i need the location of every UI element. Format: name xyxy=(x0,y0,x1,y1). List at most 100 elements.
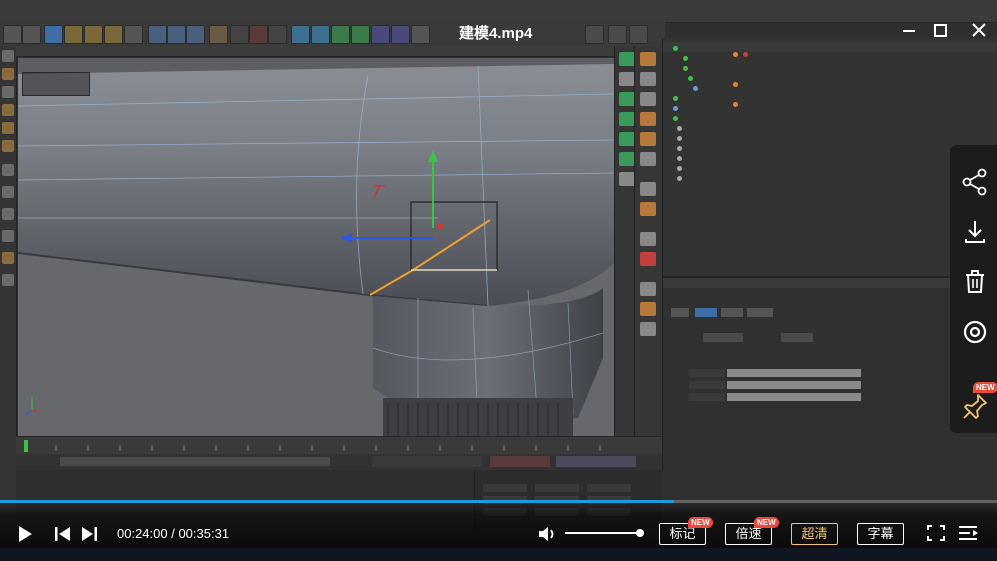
mode-icon-8 xyxy=(2,274,14,286)
mode-icon-7 xyxy=(2,230,14,242)
viewport-render xyxy=(18,58,614,436)
attr-slider xyxy=(727,369,861,377)
tool-icon-l xyxy=(640,132,656,146)
volume-icon xyxy=(539,527,554,541)
edge-mode-icon xyxy=(2,122,14,134)
close-icon xyxy=(972,23,986,37)
om-object-icon xyxy=(673,106,678,111)
minimize-button[interactable] xyxy=(896,19,922,43)
om-object-icon xyxy=(677,156,682,161)
pin-new-badge: NEW xyxy=(973,382,997,393)
om-object-icon xyxy=(673,96,678,101)
attr-slider xyxy=(727,381,861,389)
total-time: 00:35:31 xyxy=(178,526,230,541)
download-button[interactable] xyxy=(950,207,997,255)
tool-icon-k xyxy=(640,112,656,126)
tool-icon-p xyxy=(640,232,656,246)
windows-taskbar xyxy=(0,548,997,561)
skip-previous-icon xyxy=(55,527,70,541)
om-tag-icon xyxy=(743,52,748,57)
tool-icon-n xyxy=(640,182,656,196)
playlist-icon xyxy=(959,526,978,540)
coord-field xyxy=(535,484,579,492)
share-icon xyxy=(962,168,987,196)
attr-value-field xyxy=(689,393,725,401)
subtitle-button[interactable]: 字幕 xyxy=(857,523,904,545)
skip-next-icon xyxy=(82,527,97,541)
om-object-icon xyxy=(677,166,682,171)
om-tag-icon xyxy=(733,52,738,57)
tool-icon-h xyxy=(640,52,656,66)
attr-value-field xyxy=(689,381,725,389)
om-object-icon xyxy=(673,46,678,51)
om-object-icon xyxy=(677,176,682,181)
frame-range-slider xyxy=(60,457,330,466)
playback-buttons xyxy=(372,456,482,467)
viewport-hud xyxy=(22,72,90,96)
next-button[interactable] xyxy=(78,523,102,545)
timeline-ruler xyxy=(24,440,601,452)
tool-icon-e xyxy=(619,132,635,146)
view-button[interactable] xyxy=(950,307,997,355)
attr-dropdown xyxy=(781,333,813,342)
mode-icon-5 xyxy=(2,186,14,198)
tool-icon-b xyxy=(619,72,635,86)
attr-tab xyxy=(747,308,773,317)
tool-icon-m xyxy=(640,152,656,166)
delete-button[interactable] xyxy=(950,257,997,305)
maximize-icon xyxy=(934,24,947,37)
mode-icon xyxy=(2,50,14,62)
mode-icon-2 xyxy=(2,68,14,80)
tool-icon-j xyxy=(640,92,656,106)
tool-icon-s xyxy=(640,302,656,316)
transport-controls xyxy=(16,454,662,470)
quality-button[interactable]: 超清 xyxy=(791,523,838,545)
tool-icon-f xyxy=(619,152,635,166)
volume-slider[interactable] xyxy=(565,532,640,534)
point-mode-icon xyxy=(2,104,14,116)
time-separator: / xyxy=(167,526,179,541)
speed-new-badge: NEW xyxy=(754,517,779,528)
mode-icon-4 xyxy=(2,164,14,176)
fullscreen-button[interactable] xyxy=(924,522,948,544)
current-time: 00:24:00 xyxy=(117,526,168,541)
play-button[interactable] xyxy=(13,523,37,545)
viewport-menu xyxy=(16,46,614,57)
fullscreen-icon xyxy=(927,525,945,541)
tool-icon-g xyxy=(619,172,635,186)
play-icon xyxy=(19,526,32,542)
download-icon xyxy=(965,221,985,243)
mode-icon-6 xyxy=(2,208,14,220)
om-object-icon xyxy=(677,146,682,151)
om-object-icon xyxy=(677,136,682,141)
volume-button[interactable] xyxy=(536,523,560,545)
om-object-icon xyxy=(677,126,682,131)
c4d-left-toolbar xyxy=(0,46,17,516)
volume-knob[interactable] xyxy=(636,529,644,537)
attr-tab xyxy=(721,308,743,317)
progress-fill xyxy=(0,500,674,503)
coord-field xyxy=(483,484,527,492)
maximize-button[interactable] xyxy=(927,19,953,43)
attr-tab-active xyxy=(695,308,717,317)
tool-icon-q xyxy=(640,252,656,266)
polygon-mode-icon xyxy=(2,140,14,152)
close-button[interactable] xyxy=(966,19,992,43)
coord-field xyxy=(587,484,631,492)
delete-icon xyxy=(966,270,984,293)
om-object-icon xyxy=(683,66,688,71)
keyframe-buttons xyxy=(556,456,636,467)
share-button[interactable] xyxy=(950,157,997,205)
om-object-icon xyxy=(693,86,698,91)
om-object-icon xyxy=(683,56,688,61)
tool-icon-a xyxy=(619,52,635,66)
time-display: 00:24:00 / 00:35:31 xyxy=(117,526,229,541)
om-tag-icon xyxy=(733,82,738,87)
animation-timeline xyxy=(16,436,662,455)
record-buttons xyxy=(490,456,550,467)
mode-icon-3 xyxy=(2,86,14,98)
playlist-button[interactable] xyxy=(956,522,980,544)
om-tag-icon xyxy=(733,102,738,107)
video-title: 建模4.mp4 xyxy=(459,25,533,42)
previous-button[interactable] xyxy=(50,523,74,545)
